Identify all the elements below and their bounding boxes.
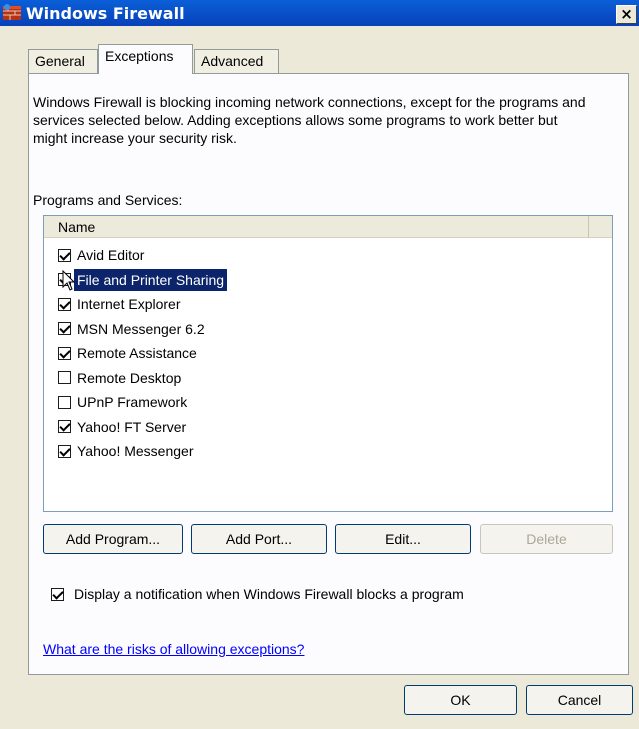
list-item-label: Internet Explorer — [77, 296, 181, 312]
delete-button: Delete — [480, 524, 613, 554]
list-header: Name — [44, 216, 612, 238]
column-header-name[interactable]: Name — [44, 216, 589, 238]
tab-strip: General Exceptions Advanced — [0, 44, 639, 74]
add-program-button[interactable]: Add Program... — [43, 524, 183, 554]
list-item-label: Remote Assistance — [77, 345, 197, 361]
firewall-icon — [3, 4, 21, 20]
notification-label: Display a notification when Windows Fire… — [74, 586, 464, 602]
list-item-label: Yahoo! Messenger — [77, 443, 194, 459]
list-item[interactable]: Yahoo! Messenger — [58, 440, 196, 462]
programs-list[interactable]: Name Avid Editor File and Printer Sharing… — [43, 215, 613, 512]
list-item-label: File and Printer Sharing — [74, 268, 228, 291]
list-item-checkbox[interactable] — [58, 322, 71, 335]
list-item[interactable]: Remote Assistance — [58, 342, 200, 364]
list-item[interactable]: Yahoo! FT Server — [58, 416, 189, 438]
risks-link[interactable]: What are the risks of allowing exception… — [43, 641, 304, 657]
list-item[interactable]: MSN Messenger 6.2 — [58, 318, 208, 340]
tab-exceptions[interactable]: Exceptions — [98, 44, 193, 74]
list-item-checkbox[interactable] — [58, 248, 71, 262]
list-item[interactable]: Remote Desktop — [58, 367, 184, 389]
notification-option[interactable]: Display a notification when Windows Fire… — [51, 586, 464, 602]
intro-text: Windows Firewall is blocking incoming ne… — [33, 94, 586, 146]
tab-general[interactable]: General — [28, 49, 98, 73]
list-item[interactable]: Internet Explorer — [58, 293, 184, 315]
title-bar[interactable]: Windows Firewall × — [0, 0, 639, 26]
list-item-checkbox[interactable] — [58, 420, 71, 433]
window-title: Windows Firewall — [26, 4, 185, 23]
ok-button[interactable]: OK — [404, 685, 517, 715]
tab-advanced[interactable]: Advanced — [194, 49, 279, 73]
list-item[interactable]: Avid Editor — [58, 244, 147, 266]
list-item-label: Remote Desktop — [77, 369, 182, 386]
list-item-checkbox[interactable] — [58, 444, 71, 458]
programs-and-services-label: Programs and Services: — [33, 192, 183, 208]
close-button[interactable]: × — [616, 5, 637, 24]
list-item-label: MSN Messenger 6.2 — [77, 320, 205, 337]
list-item-label: UPnP Framework — [77, 394, 188, 410]
list-item-checkbox[interactable] — [58, 395, 71, 409]
list-item-checkbox[interactable] — [58, 346, 71, 360]
windows-firewall-dialog: Windows Firewall × General Exceptions Ad… — [0, 0, 639, 729]
list-item-label: Avid Editor — [77, 247, 145, 263]
list-item[interactable]: File and Printer Sharing — [58, 268, 228, 291]
list-item[interactable]: UPnP Framework — [58, 391, 190, 413]
edit-button[interactable]: Edit... — [335, 524, 471, 554]
list-item-checkbox[interactable] — [58, 297, 71, 311]
mouse-pointer-icon — [62, 270, 76, 291]
list-item-label: Yahoo! FT Server — [77, 418, 187, 435]
cancel-button[interactable]: Cancel — [526, 685, 633, 715]
list-item-checkbox[interactable] — [58, 371, 71, 384]
notification-checkbox[interactable] — [51, 587, 64, 601]
add-port-button[interactable]: Add Port... — [191, 524, 327, 554]
